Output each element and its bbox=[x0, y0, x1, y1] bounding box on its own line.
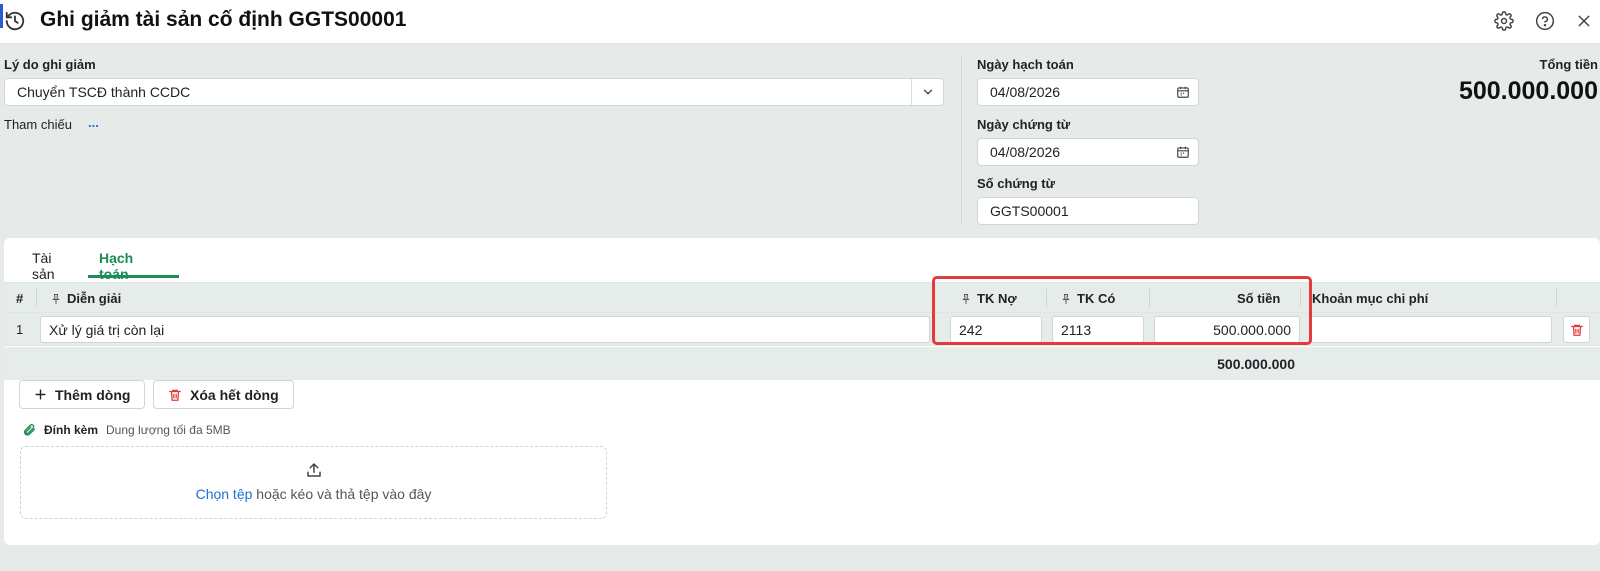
trash-icon bbox=[169, 389, 181, 401]
col-description-header[interactable]: Diễn giải bbox=[50, 291, 121, 306]
close-button[interactable] bbox=[1572, 9, 1596, 33]
calendar-icon[interactable] bbox=[1176, 85, 1190, 99]
grid-header: # Diễn giải TK Nợ TK Có Số tiền Khoản mụ… bbox=[4, 282, 1600, 313]
close-icon bbox=[1578, 15, 1590, 27]
col-description-label: Diễn giải bbox=[67, 291, 122, 306]
header-divider bbox=[961, 55, 962, 225]
settings-button[interactable] bbox=[1492, 9, 1516, 33]
col-separator bbox=[1556, 289, 1557, 307]
tab-assets[interactable]: Tài sản bbox=[32, 250, 55, 282]
help-circle-icon bbox=[1535, 11, 1555, 31]
paperclip-icon bbox=[23, 424, 35, 436]
chevron-down-icon bbox=[923, 89, 932, 95]
plus-icon bbox=[35, 389, 46, 400]
calendar-icon[interactable] bbox=[1176, 145, 1190, 159]
attachment-hint: Dung lượng tối đa 5MB bbox=[106, 423, 231, 437]
grid-footer: 500.000.000 bbox=[4, 347, 1600, 380]
trash-icon bbox=[1570, 324, 1583, 336]
history-icon[interactable] bbox=[4, 10, 26, 32]
highlight-box bbox=[932, 276, 1312, 345]
posting-date-value: 04/08/2026 bbox=[990, 84, 1061, 100]
title-bar: Ghi giảm tài sản cố định GGTS00001 bbox=[0, 0, 1600, 44]
reason-value: Chuyển TSCĐ thành CCDC bbox=[17, 84, 191, 100]
total-amount: 500.000.000 bbox=[1458, 77, 1598, 105]
voucher-no-value: GGTS00001 bbox=[990, 203, 1069, 219]
attachment-label: Đính kèm bbox=[44, 423, 99, 437]
delete-all-rows-button[interactable]: Xóa hết dòng bbox=[153, 380, 294, 409]
choose-file-link[interactable]: Chọn tệp bbox=[196, 486, 253, 502]
add-row-button[interactable]: Thêm dòng bbox=[19, 380, 146, 409]
window-accent bbox=[0, 4, 3, 28]
dropzone-text: Chọn tệp hoặc kéo và thả tệp vào đây bbox=[21, 486, 606, 502]
delete-all-rows-label: Xóa hết dòng bbox=[190, 386, 279, 403]
posting-date-label: Ngày hạch toán bbox=[977, 57, 1074, 72]
col-cost-item-header: Khoản mục chi phí bbox=[1312, 291, 1429, 306]
pin-icon[interactable] bbox=[50, 293, 62, 305]
attachment-header: Đính kèm Dung lượng tối đa 5MB bbox=[22, 423, 231, 437]
voucher-date-value: 04/08/2026 bbox=[990, 144, 1061, 160]
detail-panel: Tài sản Hạch toán # Diễn giải TK Nợ TK C… bbox=[4, 238, 1600, 545]
voucher-date-input[interactable]: 04/08/2026 bbox=[977, 138, 1199, 166]
page-title: Ghi giảm tài sản cố định GGTS00001 bbox=[40, 8, 407, 31]
active-tab-indicator bbox=[88, 275, 179, 278]
add-row-label: Thêm dòng bbox=[55, 386, 131, 403]
description-input[interactable]: Xử lý giá trị còn lại bbox=[40, 316, 930, 343]
reference-label: Tham chiếu bbox=[4, 117, 72, 132]
posting-date-input[interactable]: 04/08/2026 bbox=[977, 78, 1199, 106]
reference-link[interactable]: ... bbox=[88, 115, 99, 130]
voucher-no-input[interactable]: GGTS00001 bbox=[977, 197, 1199, 225]
cost-item-input[interactable] bbox=[1310, 316, 1552, 343]
total-label: Tổng tiền bbox=[1539, 57, 1599, 72]
footer-total: 500.000.000 bbox=[1217, 356, 1295, 372]
col-separator bbox=[36, 289, 37, 307]
delete-row-button[interactable] bbox=[1563, 316, 1590, 343]
help-button[interactable] bbox=[1533, 9, 1557, 33]
file-dropzone[interactable]: Chọn tệp hoặc kéo và thả tệp vào đây bbox=[20, 446, 607, 519]
voucher-date-label: Ngày chứng từ bbox=[977, 117, 1071, 132]
upload-icon bbox=[307, 463, 321, 477]
table-row: 1 Xử lý giá trị còn lại 242 2113 500.000… bbox=[4, 313, 1600, 346]
row-index: 1 bbox=[16, 322, 24, 337]
gear-icon bbox=[1494, 11, 1514, 31]
reason-dropdown-toggle[interactable] bbox=[911, 79, 943, 105]
drop-instructions: hoặc kéo và thả tệp vào đây bbox=[256, 486, 432, 502]
reason-label: Lý do ghi giảm bbox=[4, 57, 96, 72]
reason-select[interactable]: Chuyển TSCĐ thành CCDC bbox=[4, 78, 944, 106]
voucher-header: Lý do ghi giảm Chuyển TSCĐ thành CCDC Th… bbox=[0, 45, 1600, 235]
col-index-header: # bbox=[16, 291, 24, 306]
voucher-no-label: Số chứng từ bbox=[977, 176, 1056, 191]
